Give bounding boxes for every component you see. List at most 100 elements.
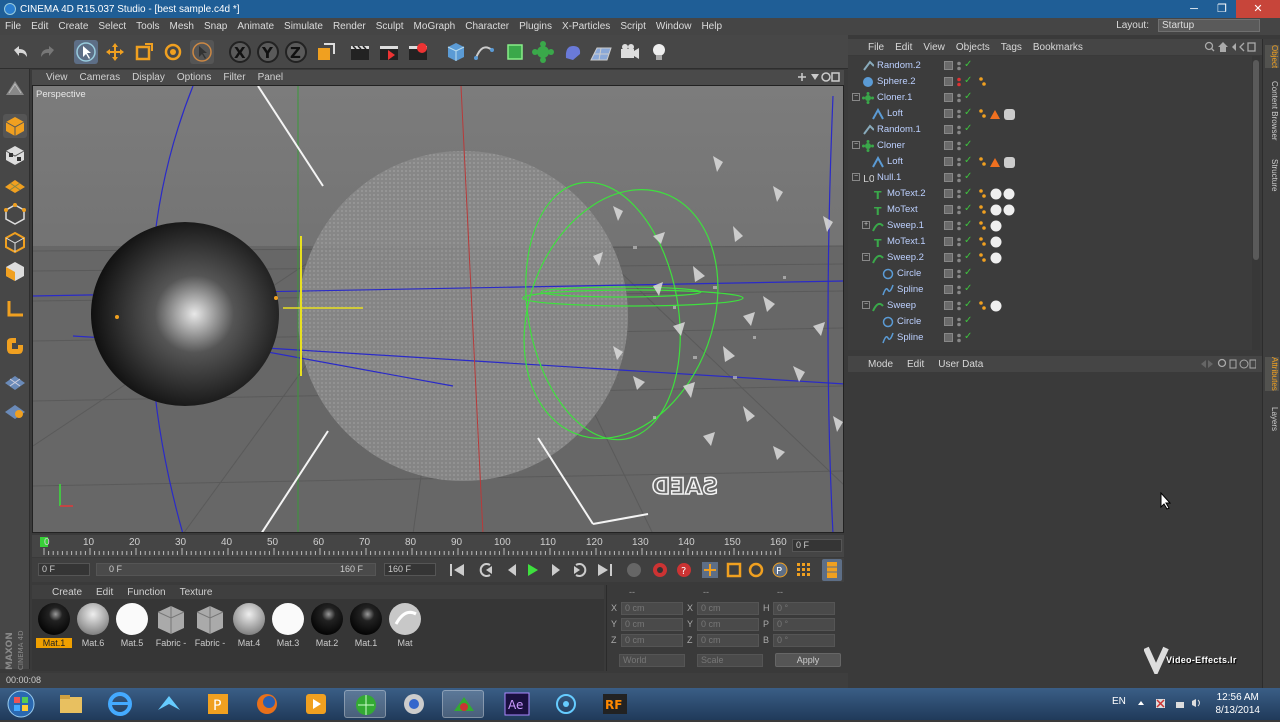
coordinate-mode-select[interactable]: Scale [697,654,763,667]
coord-value-field[interactable]: 0 cm [697,602,759,615]
expand-toggle-icon[interactable]: + [862,221,870,229]
cinema4d-taskbar-icon[interactable] [442,690,484,718]
menu-plugins[interactable]: Plugins [514,21,557,32]
edges-mode-icon[interactable] [3,230,27,254]
object-menu-view[interactable]: View [923,42,945,53]
floor-icon[interactable] [589,40,613,64]
enabled-check-icon[interactable]: ✓ [964,331,972,342]
deformer-icon[interactable] [561,40,585,64]
y-axis-icon[interactable]: Y [256,40,280,64]
render-visibility-icon[interactable] [956,269,962,279]
close-button[interactable]: ✕ [1236,0,1280,18]
frame-range-slider[interactable]: 0 F 160 F [96,563,376,576]
z-axis-icon[interactable]: Z [284,40,308,64]
expand-toggle-icon[interactable]: − [852,93,860,101]
timeline-window-icon[interactable] [822,559,842,581]
viewport-nav-icons[interactable] [796,71,840,84]
tweak-mode-icon[interactable] [3,334,27,358]
render-visibility-icon[interactable] [956,317,962,327]
render-visibility-icon[interactable] [956,173,962,183]
object-row[interactable]: Circle ✓ [848,314,1252,330]
apply-button[interactable]: Apply [775,653,841,667]
object-row[interactable]: Sphere.2 ✓ [848,74,1252,90]
object-menu-tags[interactable]: Tags [1001,42,1022,53]
material-item[interactable]: Mat.1 [36,602,72,648]
network-app-taskbar-icon[interactable] [545,690,587,718]
menu-select[interactable]: Select [93,21,131,32]
move-icon[interactable] [103,40,127,64]
cube-icon[interactable] [444,40,468,64]
enabled-check-icon[interactable]: ✓ [964,155,972,166]
next-key-icon[interactable] [574,563,587,577]
menu-tools[interactable]: Tools [131,21,164,32]
viewport-menu-options[interactable]: Options [177,72,211,83]
expand-toggle-icon[interactable]: − [862,301,870,309]
render-visibility-icon[interactable] [956,205,962,215]
enabled-check-icon[interactable]: ✓ [964,123,972,134]
expand-toggle-icon[interactable]: − [862,253,870,261]
enabled-check-icon[interactable]: ✓ [964,315,972,326]
tab-content-browser[interactable]: Content Browser [1265,81,1279,141]
menu-file[interactable]: File [0,21,26,32]
object-row[interactable]: − Sweep.2 ✓ [848,250,1252,266]
object-row[interactable]: Loft ✓ [848,154,1252,170]
viewport-menu-display[interactable]: Display [132,72,165,83]
timeline-ruler[interactable]: 0 10 20 30 40 50 60 70 80 90 100 110 120… [32,535,844,557]
object-row[interactable]: − Cloner ✓ [848,138,1252,154]
menu-mograph[interactable]: MoGraph [409,21,461,32]
redo-icon[interactable] [36,40,60,64]
object-row[interactable]: Loft ✓ [848,106,1252,122]
expand-toggle-icon[interactable]: − [852,173,860,181]
attr-menu-user-data[interactable]: User Data [938,359,983,370]
firefox-taskbar-icon[interactable] [246,690,288,718]
menu-window[interactable]: Window [651,21,697,32]
object-row[interactable]: − Cloner.1 ✓ [848,90,1252,106]
attr-menu-mode[interactable]: Mode [868,359,893,370]
enabled-check-icon[interactable]: ✓ [964,283,972,294]
menu-render[interactable]: Render [328,21,371,32]
language-indicator[interactable]: EN [1112,696,1126,707]
perspective-viewport[interactable]: SAED Perspective [32,85,844,533]
enabled-check-icon[interactable]: ✓ [964,75,972,86]
menu-x-particles[interactable]: X-Particles [557,21,615,32]
system-tray-icons[interactable] [1136,696,1206,710]
rotation-key-icon[interactable] [748,562,764,578]
coord-value-field[interactable]: 0 ° [773,618,835,631]
start-frame-field[interactable]: 0 F [38,563,90,576]
keyframe-selection-icon[interactable]: ? [677,563,691,577]
enabled-check-icon[interactable]: ✓ [964,187,972,198]
tag-icons[interactable] [978,252,1028,264]
material-item[interactable]: Mat.4 [231,602,267,648]
live-selection-icon[interactable] [74,40,98,64]
select-tool-icon[interactable] [190,40,214,64]
editor-visibility-icon[interactable] [944,333,953,342]
quantize-icon[interactable] [3,398,27,422]
enabled-check-icon[interactable]: ✓ [964,59,972,70]
prev-frame-icon[interactable] [508,564,516,576]
render-visibility-icon[interactable] [956,301,962,311]
expand-toggle-icon[interactable]: − [852,141,860,149]
render-visibility-icon[interactable] [956,221,962,231]
maximize-button[interactable]: ❐ [1208,0,1236,18]
render-settings-icon[interactable] [406,40,430,64]
record-key-icon[interactable] [627,563,641,577]
render-visibility-icon[interactable] [956,285,962,295]
tab-layers[interactable]: Layers [1265,407,1279,431]
minimize-button[interactable]: ─ [1180,0,1208,18]
menu-create[interactable]: Create [53,21,93,32]
cloner-icon[interactable] [531,40,555,64]
enabled-check-icon[interactable]: ✓ [964,139,972,150]
object-row[interactable]: Random.2 ✓ [848,58,1252,74]
menu-animate[interactable]: Animate [232,21,279,32]
editor-visibility-icon[interactable] [944,61,953,70]
parameter-key-icon[interactable]: P [772,562,788,578]
menu-simulate[interactable]: Simulate [279,21,328,32]
render-visibility-icon[interactable] [956,253,962,263]
points-mode-icon[interactable] [3,202,27,226]
viewport-menu-view[interactable]: View [46,72,68,83]
material-item[interactable]: Fabric - [192,602,228,648]
object-row[interactable]: Circle ✓ [848,266,1252,282]
material-item[interactable]: Mat.6 [75,602,111,648]
tag-icons[interactable] [978,204,1028,216]
axis-mode-icon[interactable] [3,297,27,321]
